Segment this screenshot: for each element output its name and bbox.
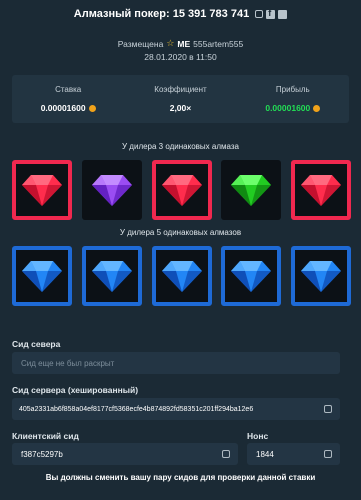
stat-wager: Ставка 0.00001600 xyxy=(13,85,123,113)
bet-header: Алмазный покер: 15 391 783 741 Размещена… xyxy=(0,8,361,62)
nonce-label: Нонс xyxy=(247,431,269,441)
red-diamond-icon xyxy=(161,175,202,206)
bet-date: 28.01.2020 в 11:50 xyxy=(144,52,217,62)
stat-value: 2,00× xyxy=(125,103,235,113)
player-result-label: У дилера 5 одинаковых алмазов xyxy=(119,228,242,237)
copy-icon[interactable] xyxy=(255,10,264,18)
hashed-seed-label: Сид сервера (хешированный) xyxy=(12,385,139,395)
gem-tile-red xyxy=(12,160,72,220)
gem-tile-red xyxy=(151,160,212,220)
twitter-icon[interactable] xyxy=(278,9,288,19)
bet-title: Алмазный покер: 15 391 783 741 xyxy=(73,8,250,20)
green-diamond-icon xyxy=(231,175,272,206)
purple-diamond-icon xyxy=(91,175,132,206)
client-seed-label: Клиентский сид xyxy=(12,431,79,441)
star-icon: ☆ xyxy=(166,38,175,48)
server-seed-field[interactable]: Сид еще не был раскрыт xyxy=(12,352,340,374)
me-badge: ME xyxy=(177,38,191,49)
blue-diamond-icon xyxy=(301,261,341,292)
stat-value: 0.00001600 xyxy=(238,103,348,113)
gem-tile-blue xyxy=(12,246,72,306)
player-gem-row xyxy=(12,246,351,306)
dealer-gem-row xyxy=(12,160,351,220)
placed-by-label: Размещена xyxy=(117,38,164,49)
facebook-icon[interactable] xyxy=(266,8,276,19)
coin-icon xyxy=(313,104,321,112)
blue-diamond-icon xyxy=(231,261,272,292)
stat-label: Коэффициент xyxy=(154,85,207,94)
blue-diamond-icon xyxy=(91,261,132,292)
blue-diamond-icon xyxy=(161,261,202,292)
reseed-warning: Вы должны сменить вашу пару сидов для пр… xyxy=(45,473,316,482)
copy-icon[interactable] xyxy=(324,450,332,458)
gem-tile-blue xyxy=(291,246,351,306)
copy-icon[interactable] xyxy=(324,405,332,413)
blue-diamond-icon xyxy=(22,261,62,292)
red-diamond-icon xyxy=(22,175,62,206)
gem-tile-blue xyxy=(81,246,142,306)
multiplier-amount: 2,00× xyxy=(169,103,192,113)
username-link[interactable]: 555artem555 xyxy=(193,39,243,49)
hashed-seed-field[interactable]: 405a2331ab6f858a04ef8177cf5368ecfe4b8748… xyxy=(12,398,340,420)
title-row: Алмазный покер: 15 391 783 741 xyxy=(0,8,361,20)
stat-value: 0.00001600 xyxy=(13,103,123,113)
stat-profit: Прибыль 0.00001600 xyxy=(238,85,348,113)
stat-label: Ставка xyxy=(55,85,82,94)
gem-tile-green xyxy=(221,160,282,220)
gem-tile-blue xyxy=(151,246,212,306)
placed-by-row: Размещена ☆ ME 555artem555 xyxy=(0,38,361,49)
stat-multiplier: Коэффициент 2,00× xyxy=(125,85,235,113)
coin-icon xyxy=(88,104,96,112)
gem-tile-blue xyxy=(221,246,282,306)
gem-tile-purple xyxy=(81,160,142,220)
dealer-result-label: У дилера 3 одинаковых алмаза xyxy=(122,142,239,151)
wager-amount: 0.00001600 xyxy=(40,103,86,113)
profit-amount: 0.00001600 xyxy=(265,103,311,113)
stats-card: Ставка 0.00001600 Коэффициент 2,00× Приб… xyxy=(12,75,349,123)
red-diamond-icon xyxy=(301,175,341,206)
stat-label: Прибыль xyxy=(275,85,310,94)
gem-tile-red xyxy=(291,160,351,220)
server-seed-label: Сид севера xyxy=(12,339,61,349)
client-seed-field[interactable]: f387c5297b xyxy=(12,443,238,465)
copy-icon[interactable] xyxy=(222,450,230,458)
